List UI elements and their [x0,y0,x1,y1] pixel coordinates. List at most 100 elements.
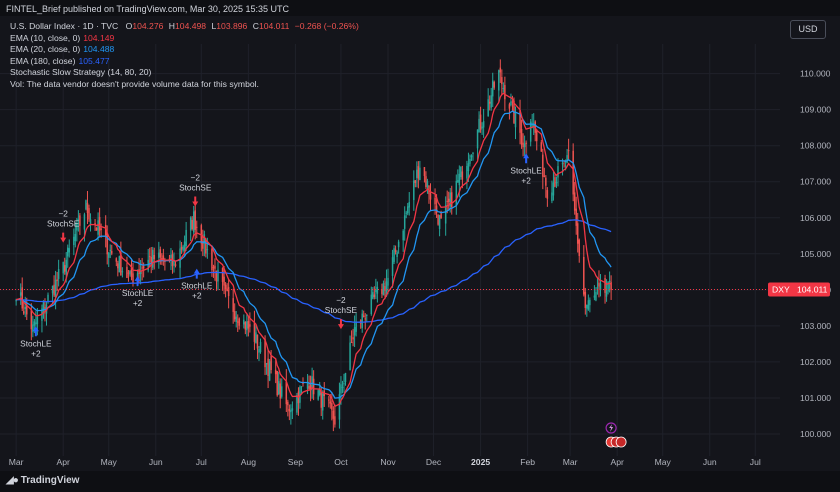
candle-body [24,306,26,310]
x-tick-label: 2025 [471,457,490,467]
candle-body [65,259,67,275]
candle-body [520,128,523,145]
candle-body [243,319,245,325]
candle-body [482,121,485,128]
candle-body [554,177,556,187]
candle-body [376,286,379,294]
tradingview-logo[interactable]: ◢● TradingView [6,475,79,486]
lightning-glyph [609,424,614,432]
candle-body [270,356,272,371]
candle-body [329,401,332,404]
candle-body [586,304,588,309]
candle-body [472,152,474,154]
candle-body [236,321,239,323]
candle-body [334,416,336,425]
signal-label: StochSE [325,305,358,315]
candle-body [274,369,277,375]
signal-arrow-up [193,268,200,279]
candle-body [328,399,330,401]
symbol-name[interactable]: U.S. Dollar Index · 1D · TVC [10,21,118,31]
x-tick-label: Aug [241,457,257,467]
candle-body [479,114,482,130]
candle-body [587,300,590,310]
ema180-row[interactable]: EMA (180, close) 105.477 [10,56,359,68]
candle-body [132,273,134,283]
candle-body [255,332,257,343]
candle-body [88,208,90,220]
candle-body [501,77,503,85]
x-tick-label: Apr [57,457,71,467]
candle-body [22,311,25,314]
candle-body [226,288,228,292]
candle-body [461,171,464,180]
candle-body [525,142,527,145]
signal-label: StochLE [181,281,213,291]
candle-body [35,322,37,325]
candle-body [170,254,172,259]
signal-label: StochLE [510,165,542,175]
candle-body [444,205,447,224]
candle-body [504,85,506,100]
candle-body [403,215,406,229]
candle-body [86,202,89,214]
candle-body [566,155,568,164]
candle-body [493,82,495,88]
candle-body [434,197,436,205]
x-tick-label: Jun [703,457,717,467]
candle-body [311,376,313,389]
signal-label: StochLE [20,338,52,348]
ema180-label: EMA (180, close) [10,55,76,66]
candle-body [121,271,124,273]
candle-body [317,390,319,400]
candle-body [211,248,213,271]
symbol-row[interactable]: U.S. Dollar Index · 1D · TVC O104.276 H1… [10,21,359,33]
candle-body [543,175,546,177]
candle-body [423,167,426,177]
candle-body [349,342,351,371]
candle-body [576,223,579,244]
candle-body [277,381,280,395]
ema10-row[interactable]: EMA (10, close, 0) 104.149 [10,33,359,45]
candle-body [469,158,471,164]
event-flag-icon [615,436,627,448]
candle-body [321,393,324,411]
strategy-row[interactable]: Stochastic Slow Strategy (14, 80, 20) [10,67,359,79]
candle-body [109,249,111,252]
y-tick-label: 108.000 [800,141,831,151]
candle-body [476,129,479,149]
candle-body [595,292,597,301]
candle-body [414,180,417,183]
candle-body [466,166,468,179]
y-tick-label: 109.000 [800,105,831,115]
candle-body [384,286,386,291]
candle-body [79,215,81,226]
candle-body [596,287,599,289]
symbol-tag: DXY [772,284,790,294]
candle-body [196,226,198,228]
candle-body [438,215,441,229]
candle-body [57,269,60,279]
candle-body [491,80,494,97]
candle-body [564,165,567,167]
candle-body [174,264,177,266]
volume-note: Vol: The data vendor doesn't provide vol… [10,78,259,89]
signal-qty: +2 [521,175,531,185]
candle-body [460,166,462,178]
candle-body [396,252,398,257]
ohlc-close: 104.011 [258,21,290,31]
candle-body [366,314,368,316]
y-tick-label: 101.000 [800,393,831,403]
ema20-value: 104.488 [83,44,115,55]
x-tick-label: Jun [149,457,163,467]
candle-body [244,322,247,330]
candle-body [584,291,587,308]
candle-body [126,266,128,278]
candle-body [583,256,585,295]
ema20-row[interactable]: EMA (20, close, 0) 104.488 [10,44,359,56]
candle-body [36,316,39,325]
currency-button[interactable]: USD [790,20,826,39]
candle-body [89,219,92,225]
candle-body [189,217,192,231]
candle-body [148,256,151,258]
candle-body [578,239,580,256]
